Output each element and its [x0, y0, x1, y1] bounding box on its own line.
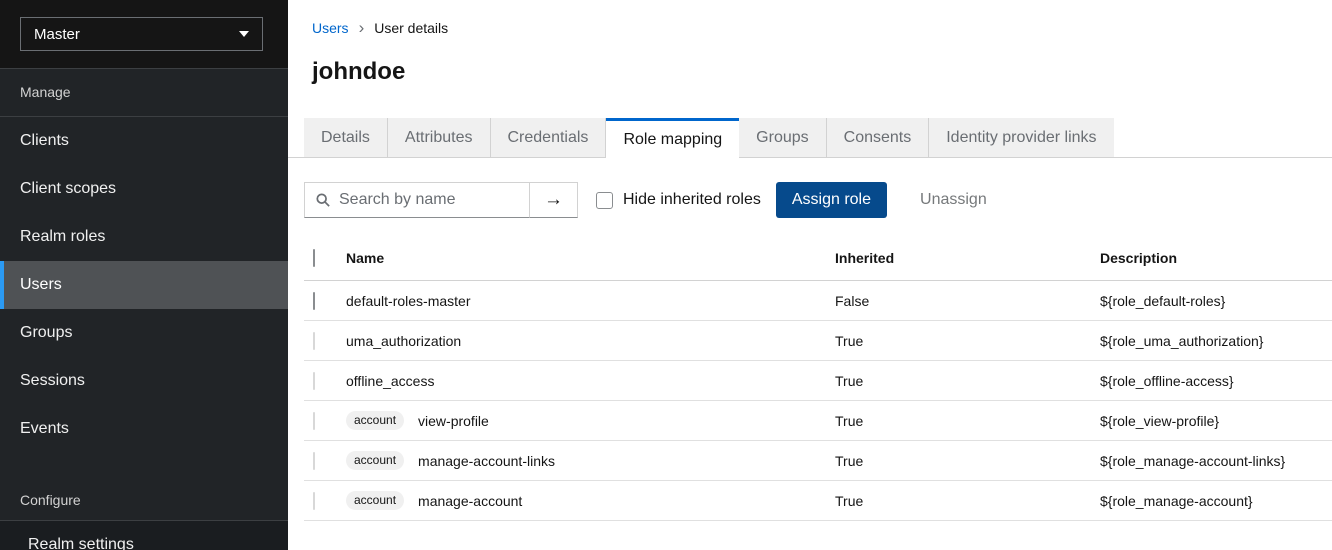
client-badge: account: [346, 451, 405, 470]
search-icon: [316, 193, 330, 207]
tab-details[interactable]: Details: [304, 118, 388, 157]
breadcrumb: Users › User details: [288, 0, 1332, 36]
unassign-button[interactable]: Unassign: [904, 191, 1003, 209]
sidebar-item-users[interactable]: Users: [0, 261, 288, 309]
role-name: offline_access: [346, 372, 435, 389]
tab-label: Role mapping: [623, 131, 723, 148]
tab-label: Credentials: [507, 128, 589, 146]
column-header-name: Name: [346, 234, 835, 281]
column-header-inherited: Inherited: [835, 234, 1100, 281]
realm-band: Master: [0, 0, 288, 69]
table-row: uma_authorization True ${role_uma_author…: [304, 320, 1332, 361]
row-checkbox: [313, 411, 315, 430]
sidebar-item-label: Groups: [20, 324, 73, 341]
row-checkbox: [313, 451, 315, 470]
role-inherited: True: [835, 440, 1100, 481]
tab-identity-provider-links[interactable]: Identity provider links: [929, 118, 1114, 157]
role-name: default-roles-master: [346, 292, 471, 309]
table-row: default-roles-master False ${role_defaul…: [304, 280, 1332, 321]
tab-bar: Details Attributes Credentials Role mapp…: [288, 118, 1332, 159]
sidebar-item-clients[interactable]: Clients: [0, 117, 288, 165]
search-submit-button[interactable]: →: [529, 182, 578, 218]
role-description: ${role_default-roles}: [1100, 280, 1332, 321]
table-row: account view-profile True ${role_view-pro…: [304, 400, 1332, 441]
role-inherited: False: [835, 280, 1100, 321]
role-name: view-profile: [418, 412, 489, 429]
client-badge: account: [346, 411, 405, 430]
role-inherited: True: [835, 360, 1100, 401]
role-inherited: True: [835, 320, 1100, 361]
tab-role-mapping[interactable]: Role mapping: [606, 118, 740, 159]
client-badge: account: [346, 491, 405, 510]
sidebar-item-events[interactable]: Events: [0, 405, 288, 453]
chevron-right-icon: ›: [358, 18, 365, 37]
row-checkbox: [313, 491, 315, 510]
hide-inherited-group: Hide inherited roles: [596, 191, 761, 209]
sidebar-item-sessions[interactable]: Sessions: [0, 357, 288, 405]
role-description: ${role_offline-access}: [1100, 360, 1332, 401]
select-all-checkbox[interactable]: [313, 249, 315, 267]
nav-section-configure: Configure: [20, 492, 81, 508]
role-name: manage-account: [418, 492, 523, 509]
role-description: ${role_manage-account-links}: [1100, 440, 1332, 481]
role-inherited: True: [835, 480, 1100, 521]
table-header-row: Name Inherited Description: [304, 234, 1332, 281]
role-description: ${role_uma_authorization}: [1100, 320, 1332, 361]
tab-label: Identity provider links: [946, 128, 1097, 146]
nav-section-manage: Manage: [0, 69, 288, 117]
realm-selector[interactable]: Master: [20, 17, 263, 51]
sidebar-item-label: Sessions: [20, 372, 85, 389]
breadcrumb-current: User details: [374, 20, 449, 36]
role-inherited: True: [835, 400, 1100, 441]
tab-label: Details: [321, 128, 370, 146]
search-group: →: [304, 182, 578, 218]
app-window: Master Manage Clients Client scopes Real…: [0, 0, 1332, 550]
breadcrumb-link-users[interactable]: Users: [312, 20, 349, 36]
role-name: manage-account-links: [418, 452, 555, 469]
sidebar-item-groups[interactable]: Groups: [0, 309, 288, 357]
role-description: ${role_manage-account}: [1100, 480, 1332, 521]
sidebar-item-label: Client scopes: [20, 180, 117, 197]
tab-label: Consents: [843, 128, 912, 146]
hide-inherited-label: Hide inherited roles: [623, 191, 761, 208]
role-mapping-table: Name Inherited Description default-roles…: [304, 234, 1332, 521]
caret-down-icon: [239, 31, 249, 37]
role-description: ${role_view-profile}: [1100, 400, 1332, 441]
sidebar-item-label: Realm settings: [28, 536, 134, 550]
tab-consents[interactable]: Consents: [826, 118, 930, 157]
arrow-right-icon: →: [544, 189, 563, 210]
tab-credentials[interactable]: Credentials: [490, 118, 607, 157]
table-row: account manage-account-links True ${role_…: [304, 440, 1332, 481]
sidebar-item-label: Clients: [20, 132, 69, 149]
assign-role-button[interactable]: Assign role: [775, 182, 888, 218]
tab-label: Groups: [756, 128, 809, 146]
sidebar-item-realm-roles[interactable]: Realm roles: [0, 213, 288, 261]
tab-groups[interactable]: Groups: [739, 118, 827, 157]
sidebar-item-label: Realm roles: [20, 228, 106, 245]
row-checkbox: [313, 331, 315, 350]
toolbar: → Hide inherited roles Assign role Unass…: [288, 158, 1332, 234]
tab-label: Attributes: [404, 128, 473, 146]
table-row: offline_access True ${role_offline-acces…: [304, 360, 1332, 401]
row-checkbox: [313, 371, 315, 390]
role-name: uma_authorization: [346, 332, 462, 349]
sidebar-item-label: Users: [20, 276, 62, 293]
hide-inherited-checkbox[interactable]: [596, 191, 613, 209]
search-box: [304, 182, 530, 218]
column-header-description: Description: [1100, 234, 1332, 281]
search-input[interactable]: [339, 191, 521, 209]
main-content: Users › User details johndoe Details Att…: [288, 0, 1332, 550]
sidebar: Master Manage Clients Client scopes Real…: [0, 0, 288, 550]
row-checkbox[interactable]: [313, 291, 315, 310]
sidebar-item-realm-settings[interactable]: Realm settings: [0, 521, 288, 550]
realm-selector-value: Master: [34, 25, 80, 43]
sidebar-item-client-scopes[interactable]: Client scopes: [0, 165, 288, 213]
page-title: johndoe: [312, 58, 406, 85]
tab-attributes[interactable]: Attributes: [387, 118, 491, 157]
sidebar-item-label: Events: [20, 420, 69, 437]
table-row: account manage-account True ${role_manage…: [304, 480, 1332, 521]
